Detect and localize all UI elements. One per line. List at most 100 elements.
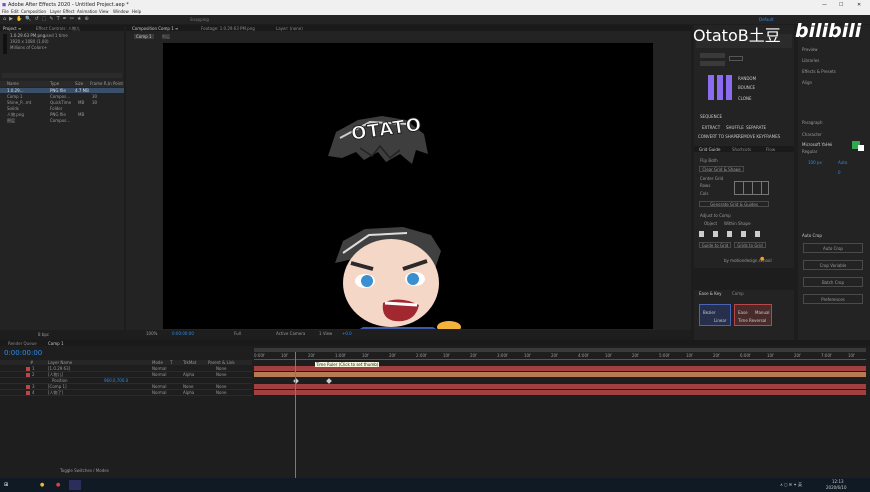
menu-composition[interactable]: Composition (21, 9, 46, 14)
tab-footage[interactable]: Footage: 1.0.29.63 PM.png (201, 26, 255, 31)
tab-effect-controls[interactable]: Effect Controls: 人物儿 (36, 26, 80, 31)
slider[interactable] (700, 61, 725, 66)
work-area-bar[interactable] (254, 348, 866, 352)
flow-tab-comp[interactable]: Comp 1 (134, 34, 154, 39)
resolution-select[interactable]: Full (234, 331, 241, 336)
camera-select[interactable]: Active Camera (276, 331, 305, 336)
time-reversal-checkbox[interactable]: Time Reversal (738, 318, 766, 323)
list-item[interactable]: Shine_P...mt QuickTime MB 30 (0, 100, 124, 105)
tab-flow[interactable]: Flow (766, 147, 775, 152)
grid-preview[interactable] (734, 181, 769, 195)
shuffle-button[interactable]: SHUFFLE (726, 125, 744, 130)
bpc-label[interactable]: 8 bpc (38, 332, 49, 337)
layer-trkmat[interactable]: Alpha (183, 372, 194, 377)
close-button[interactable]: ✕ (857, 2, 861, 8)
label-color[interactable] (26, 385, 30, 389)
col-mode[interactable]: Mode (152, 360, 163, 365)
layer-trkmat[interactable]: Alpha (183, 390, 194, 395)
maximize-button[interactable]: ☐ (839, 2, 843, 8)
tab-timeline-comp[interactable]: Comp 1 (48, 341, 64, 346)
layer-name[interactable]: [人物了] (48, 390, 63, 395)
col-parent[interactable]: Parent & Link (208, 360, 235, 365)
font-size-field[interactable]: 100 px (808, 160, 822, 165)
effects-presets-panel[interactable]: Effects & Presets (802, 69, 836, 74)
align-icons[interactable] (699, 231, 769, 237)
menu-layer[interactable]: Layer (50, 9, 61, 14)
layer-mode[interactable]: Normal (152, 390, 166, 395)
bezier-cell[interactable]: Bezier (703, 310, 716, 315)
menu-help[interactable]: Help (132, 9, 141, 14)
list-item[interactable]: 人物.png PNG file MB (0, 112, 124, 117)
after-effects-icon[interactable] (69, 480, 81, 490)
layer-name[interactable]: [Comp 1] (48, 384, 67, 389)
anchor-grid[interactable] (708, 75, 733, 100)
playhead[interactable] (295, 352, 296, 478)
font-family-select[interactable]: Microsoft YaHei (802, 142, 832, 147)
menu-view[interactable]: View (99, 9, 109, 14)
tab-project[interactable]: Project ≡ (3, 26, 21, 31)
linear-cell[interactable]: Linear (714, 318, 726, 323)
cols-checkbox[interactable]: Cols (700, 191, 708, 196)
stroke-color-swatch[interactable] (858, 145, 864, 151)
minimize-button[interactable]: — (822, 2, 827, 8)
tab-composition[interactable]: Composition Comp 1 ≡ (132, 26, 178, 31)
position-value[interactable]: 960.0,700.0 (104, 378, 128, 383)
tab-ease-key[interactable]: Ease & Key (699, 291, 721, 296)
keyframe[interactable] (326, 378, 332, 384)
auto-crop-button[interactable]: Auto Crop (803, 243, 863, 253)
sequence-label[interactable]: SEQUENCE (700, 114, 722, 119)
col-name[interactable]: Name (7, 81, 19, 86)
slider[interactable] (700, 53, 725, 58)
font-style-select[interactable]: Regular (802, 149, 817, 154)
tab-render-queue[interactable]: Render Queue (8, 341, 37, 346)
preferences-button[interactable]: Preferences (803, 294, 863, 304)
layer-bar[interactable] (254, 384, 866, 389)
leading-field[interactable]: Auto (838, 160, 847, 165)
col-layer-name[interactable]: Layer Name (48, 360, 72, 365)
col-trkmat[interactable]: TrkMat (183, 360, 196, 365)
layer-parent[interactable]: None (216, 372, 226, 377)
menu-window[interactable]: Window (113, 9, 129, 14)
generate-grid-button[interactable]: Generate Grid & Guides (699, 201, 769, 207)
menu-file[interactable]: File (2, 9, 9, 14)
align-panel[interactable]: Align (802, 80, 812, 85)
snapping-label[interactable]: Snapping (190, 17, 209, 22)
bounce-label[interactable]: BOUNCE (738, 85, 755, 90)
list-item[interactable]: 图层 Compos... (0, 118, 124, 123)
convert-shape-button[interactable]: CONVERT TO SHAPE (698, 134, 739, 139)
tab-shortcuts[interactable]: Shortcuts (732, 147, 751, 152)
menu-effect[interactable]: Effect (63, 9, 75, 14)
value-field[interactable] (729, 56, 743, 61)
col-size[interactable]: Size (75, 81, 83, 86)
label-color[interactable] (26, 391, 30, 395)
grids-to-grid-button[interactable]: Grids to Grid (734, 242, 766, 248)
label-color[interactable] (26, 367, 30, 371)
within-shape-radio[interactable]: Within Shape (724, 221, 751, 226)
layer-bar[interactable] (254, 390, 866, 395)
label-color[interactable] (26, 373, 30, 377)
start-icon[interactable]: ⊞ (4, 482, 8, 488)
chrome-icon[interactable]: ● (40, 482, 44, 488)
layer-parent[interactable]: None (216, 390, 226, 395)
separate-button[interactable]: SEPARATE (746, 125, 766, 130)
libraries-panel[interactable]: Libraries (802, 58, 819, 63)
crop-variable-button[interactable]: Crop Variable (803, 260, 863, 270)
list-item[interactable]: Comp 1 Compos... 30 (0, 94, 124, 99)
tab-grid-guide[interactable]: Grid Guide (699, 147, 720, 152)
bolt-icon[interactable]: ● (760, 256, 764, 262)
view-select[interactable]: 1 View (319, 331, 332, 336)
menu-animation[interactable]: Animation (77, 9, 97, 14)
project-search[interactable] (2, 73, 122, 78)
clock-time[interactable]: 12:13 (832, 479, 844, 484)
toggle-switches[interactable]: Toggle Switches / Modes (60, 468, 109, 473)
layer-mode[interactable]: Normal (152, 384, 166, 389)
zoom-select[interactable]: 100% (146, 331, 157, 336)
list-item-selected[interactable]: 1.0.29... PNG file 4.7 MB (0, 88, 124, 93)
rows-checkbox[interactable]: Rows (700, 183, 710, 188)
batch-crop-button[interactable]: Batch Crop (803, 277, 863, 287)
clone-label[interactable]: CLONE (738, 96, 752, 101)
system-tray[interactable]: ∧ ◻ ✉ ✦ 英 (780, 482, 802, 487)
layer-trkmat[interactable]: None (183, 384, 193, 389)
layer-name[interactable]: [1.0.29.63] (48, 366, 70, 371)
tab-comp[interactable]: Comp (732, 291, 744, 296)
